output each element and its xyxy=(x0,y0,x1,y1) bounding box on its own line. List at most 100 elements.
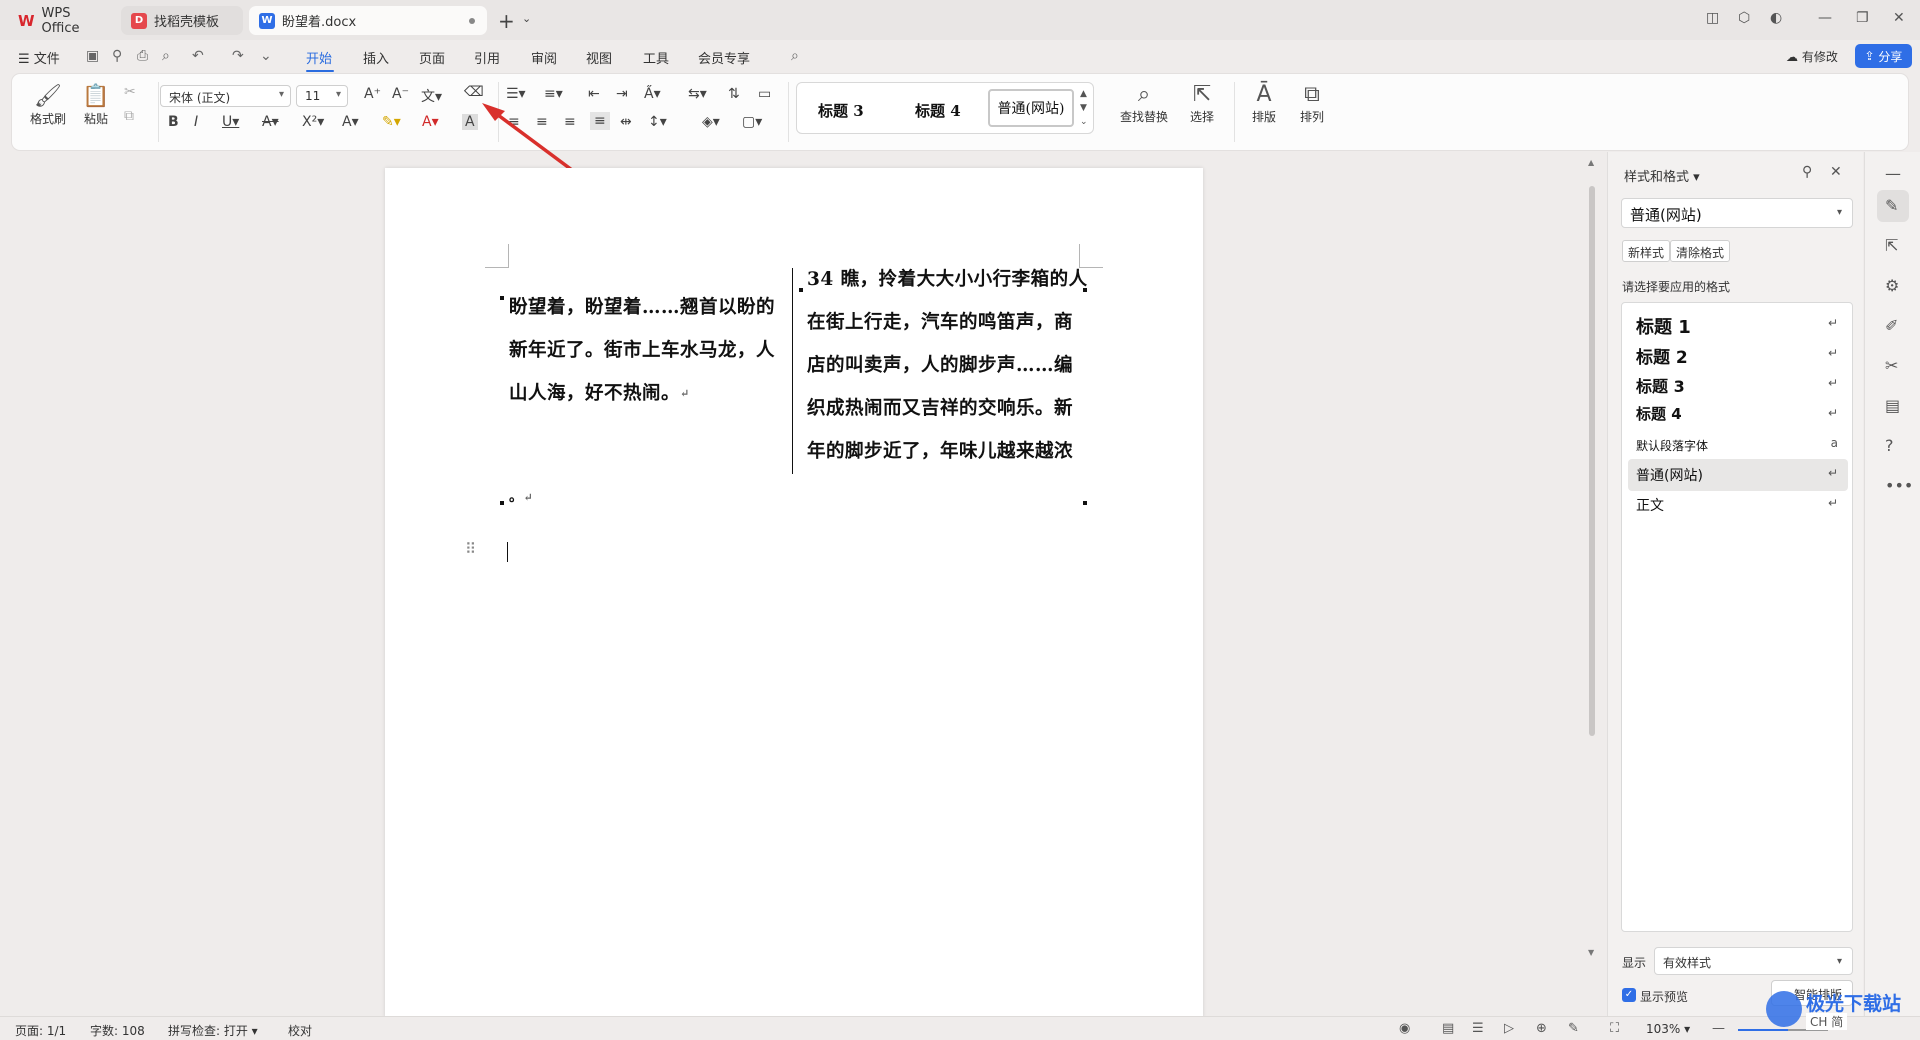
restore-icon[interactable]: ❐ xyxy=(1856,10,1869,26)
style-heading-3[interactable]: 标题 3 xyxy=(818,100,864,121)
new-tab-plus-icon[interactable]: + xyxy=(498,9,515,33)
clear-format-button[interactable]: 清除格式 xyxy=(1670,240,1731,262)
arrange-button[interactable]: ⧉ 排列 xyxy=(1292,82,1332,125)
superscript-icon[interactable]: X²▾ xyxy=(302,114,324,130)
decrease-indent-icon[interactable]: ⇤ xyxy=(588,86,600,102)
typeset-button[interactable]: Ā 排版 xyxy=(1244,82,1284,125)
align-center-icon[interactable]: ≡ xyxy=(536,114,548,130)
page-view-icon[interactable]: ▤ xyxy=(1442,1021,1454,1036)
menu-tab-home[interactable]: 开始 xyxy=(306,48,332,67)
paste-button[interactable]: 📋 粘贴 xyxy=(76,84,116,127)
web-view-icon[interactable]: ⊕ xyxy=(1536,1021,1547,1036)
border-icon[interactable]: ▢▾ xyxy=(742,114,762,130)
avatar[interactable]: ◐ xyxy=(1770,10,1782,26)
italic-icon[interactable]: I xyxy=(194,114,198,130)
redo-icon[interactable]: ↷ xyxy=(232,48,244,64)
style-item-heading-1[interactable]: 标题 1 ↵ xyxy=(1628,309,1848,341)
select-cursor-icon[interactable]: ⇱ xyxy=(1885,236,1898,255)
link-icon[interactable]: ⚲ xyxy=(112,48,122,64)
distribute-icon[interactable]: ⇹ xyxy=(620,114,632,130)
close-icon[interactable]: ✕ xyxy=(1893,10,1905,26)
copy-icon[interactable]: ⧉ xyxy=(124,108,134,124)
scroll-up-icon[interactable]: ▲ xyxy=(1080,89,1087,99)
tab-wps-office[interactable]: W WPS Office xyxy=(8,6,114,36)
style-item-default-font[interactable]: 默认段落字体 a xyxy=(1628,429,1848,461)
char-shading-icon[interactable]: A xyxy=(462,114,478,130)
shading-icon[interactable]: ◈▾ xyxy=(702,114,720,130)
text-frame-handle[interactable] xyxy=(1083,501,1087,505)
scrollbar-thumb[interactable] xyxy=(1589,186,1595,736)
modified-status[interactable]: ☁ 有修改 xyxy=(1786,48,1838,65)
scroll-down-icon[interactable]: ▼ xyxy=(1080,103,1087,113)
play-icon[interactable]: ▷ xyxy=(1504,1021,1514,1036)
minimize-icon[interactable]: — xyxy=(1818,10,1832,26)
style-item-heading-2[interactable]: 标题 2 ↵ xyxy=(1628,339,1848,371)
find-replace-button[interactable]: ⌕ 查找替换 xyxy=(1114,82,1174,125)
style-item-body[interactable]: 正文 ↵ xyxy=(1628,489,1848,521)
help-icon[interactable]: ? xyxy=(1885,436,1894,455)
tools-icon[interactable]: ✂ xyxy=(1885,356,1898,375)
tab-template[interactable]: D 找稻壳模板 xyxy=(121,6,243,35)
text-frame-handle[interactable] xyxy=(799,288,803,292)
trailing-text[interactable]: 。 ↵ xyxy=(509,476,533,519)
eye-icon[interactable]: ◉ xyxy=(1399,1021,1410,1036)
show-preview-checkbox[interactable]: ✓ xyxy=(1622,988,1636,1002)
font-color-icon[interactable]: A▾ xyxy=(422,114,439,130)
text-effect-icon[interactable]: A▾ xyxy=(342,114,359,130)
show-marks-icon[interactable]: ▭ xyxy=(758,86,771,102)
current-style-select[interactable]: 普通(网站) ▾ xyxy=(1621,198,1853,228)
new-style-button[interactable]: 新样式 xyxy=(1622,240,1671,262)
scroll-up-icon[interactable]: ▲ xyxy=(1588,158,1594,167)
numbered-list-icon[interactable]: ≡▾ xyxy=(544,86,563,102)
font-size-select[interactable]: 11 ▾ xyxy=(296,85,348,107)
highlight-icon[interactable]: ✎▾ xyxy=(382,114,401,130)
align-right-icon[interactable]: ≡ xyxy=(564,114,576,130)
spell-check-status[interactable]: 拼写检查: 打开 ▾ xyxy=(168,1022,258,1039)
outline-view-icon[interactable]: ☰ xyxy=(1472,1021,1484,1036)
style-item-heading-3[interactable]: 标题 3 ↵ xyxy=(1628,369,1848,401)
phonetic-guide-icon[interactable]: 文▾ xyxy=(421,86,442,106)
left-column-text[interactable]: 盼望着，盼望着……翘首以盼的 新年近了。街市上车水马龙，人 山人海，好不热闹。 … xyxy=(509,286,775,415)
close-icon[interactable]: ✕ xyxy=(1830,164,1842,180)
show-filter-select[interactable]: 有效样式 ▾ xyxy=(1654,947,1853,975)
proofread-button[interactable]: 校对 xyxy=(288,1022,312,1039)
tab-document[interactable]: W 盼望着.docx xyxy=(249,6,487,35)
style-pen-icon[interactable]: ✎ xyxy=(1885,196,1898,215)
layout-icon[interactable]: ◫ xyxy=(1706,10,1719,26)
fit-icon[interactable]: ⛶ xyxy=(1610,1021,1619,1036)
vertical-scrollbar[interactable]: ▲ ▼ xyxy=(1586,158,1598,1008)
shrink-font-icon[interactable]: A⁻ xyxy=(392,86,409,102)
unsaved-dot-icon[interactable] xyxy=(469,18,475,24)
underline-icon[interactable]: U▾ xyxy=(222,114,239,130)
collapse-icon[interactable]: — xyxy=(1885,164,1901,183)
panel-title[interactable]: 样式和格式 ▾ xyxy=(1624,166,1700,185)
drag-handle-icon[interactable]: ⠿ xyxy=(465,540,476,558)
pen-icon[interactable]: ✎ xyxy=(1568,1021,1579,1036)
style-item-normal-web[interactable]: 普通(网站) ↵ xyxy=(1628,459,1848,491)
book-icon[interactable]: ▤ xyxy=(1885,396,1900,415)
text-frame-handle[interactable] xyxy=(500,501,504,505)
menu-tab-view[interactable]: 视图 xyxy=(586,48,612,67)
sort-icon[interactable]: ⇅ xyxy=(728,86,740,102)
select-button[interactable]: ⇱ 选择 xyxy=(1180,82,1224,125)
chinese-layout-icon[interactable]: A̋▾ xyxy=(644,86,661,102)
zoom-out-icon[interactable]: — xyxy=(1712,1021,1725,1036)
page-count[interactable]: 页面: 1/1 xyxy=(15,1022,66,1039)
share-button[interactable]: ⇪ 分享 xyxy=(1855,44,1912,68)
expand-gallery-icon[interactable]: ⌄ xyxy=(1080,117,1088,127)
menu-tab-review[interactable]: 审阅 xyxy=(531,48,557,67)
chevron-down-icon[interactable]: ⌄ xyxy=(522,12,531,25)
preview-icon[interactable]: ⌕ xyxy=(162,48,170,64)
zoom-level[interactable]: 103% ▾ xyxy=(1646,1022,1690,1036)
bullet-list-icon[interactable]: ☰▾ xyxy=(506,86,526,102)
edit-doc-icon[interactable]: ✐ xyxy=(1885,316,1898,335)
menu-tab-page[interactable]: 页面 xyxy=(419,48,445,67)
text-direction-icon[interactable]: ⇆▾ xyxy=(688,86,707,102)
right-column-text[interactable]: 34 瞧，拎着大大小小行李箱的人 在街上行走，汽车的鸣笛声，商 店的叫卖声，人的… xyxy=(807,258,1088,473)
bold-icon[interactable]: B xyxy=(168,114,179,130)
print-icon[interactable]: ⎙ xyxy=(137,48,148,64)
menu-tab-insert[interactable]: 插入 xyxy=(363,48,389,67)
chevron-down-icon[interactable]: ⌄ xyxy=(260,48,272,64)
scroll-down-icon[interactable]: ▼ xyxy=(1588,948,1594,957)
menu-tab-tools[interactable]: 工具 xyxy=(643,48,669,67)
